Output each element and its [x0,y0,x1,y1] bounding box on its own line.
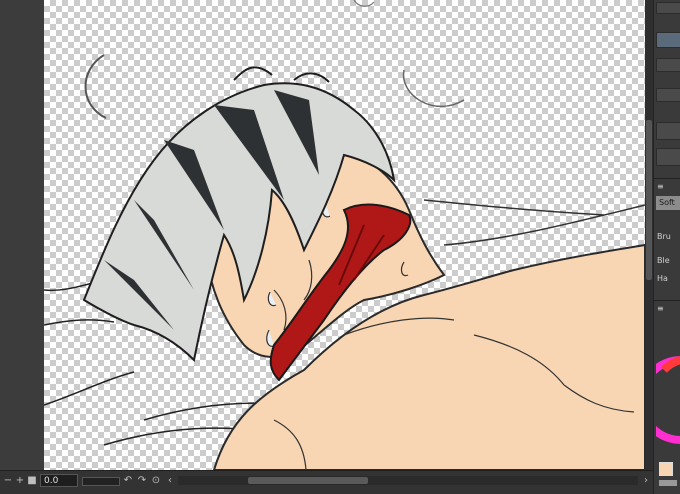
color-mode-toggle[interactable] [659,480,677,486]
panel-separator [654,300,680,301]
menu-lines-icon[interactable]: ≡ [657,182,664,191]
zoom-slider[interactable] [82,477,120,486]
square-icon[interactable]: ■ [26,475,38,487]
brush-preset-1[interactable] [656,32,680,48]
artwork [44,0,645,470]
brush-preset-3[interactable] [656,88,680,102]
bottom-status-bar: − + ■ 0.0 ↶ ↷ ⊙ ‹ › [0,470,653,494]
brush-preset-2[interactable] [656,58,680,72]
panel-separator [654,178,680,179]
minus-icon[interactable]: − [2,475,14,487]
rotate-left-icon[interactable]: ↶ [122,475,134,487]
main-color-swatch[interactable] [659,462,673,476]
brush-preset-label[interactable]: Soft [656,196,680,210]
brush-size-label: Bru [657,232,671,241]
next-icon[interactable]: › [640,475,652,487]
rotate-right-icon[interactable]: ↷ [136,475,148,487]
vertical-scrollbar[interactable] [645,0,653,470]
drawing-canvas[interactable] [44,0,645,470]
hardness-label: Ha [657,274,668,283]
vertical-scroll-thumb[interactable] [646,120,652,280]
horizontal-scroll-thumb[interactable] [248,477,368,484]
brush-preset-4[interactable] [656,122,680,140]
menu-lines-icon[interactable]: ≡ [657,304,664,313]
left-tool-strip [0,0,45,470]
blend-label: Ble [657,256,670,265]
reset-icon[interactable]: ⊙ [150,475,162,487]
prev-icon[interactable]: ‹ [164,475,176,487]
horizontal-scrollbar[interactable] [178,476,638,485]
brush-preset-5[interactable] [656,148,680,166]
zoom-input[interactable]: 0.0 [40,474,78,487]
plus-icon[interactable]: + [14,475,26,487]
panel-top-button[interactable] [656,2,680,14]
right-panel: ≡ Soft Bru Ble Ha ≡ [653,0,680,494]
color-wheel-icon[interactable] [656,340,680,450]
